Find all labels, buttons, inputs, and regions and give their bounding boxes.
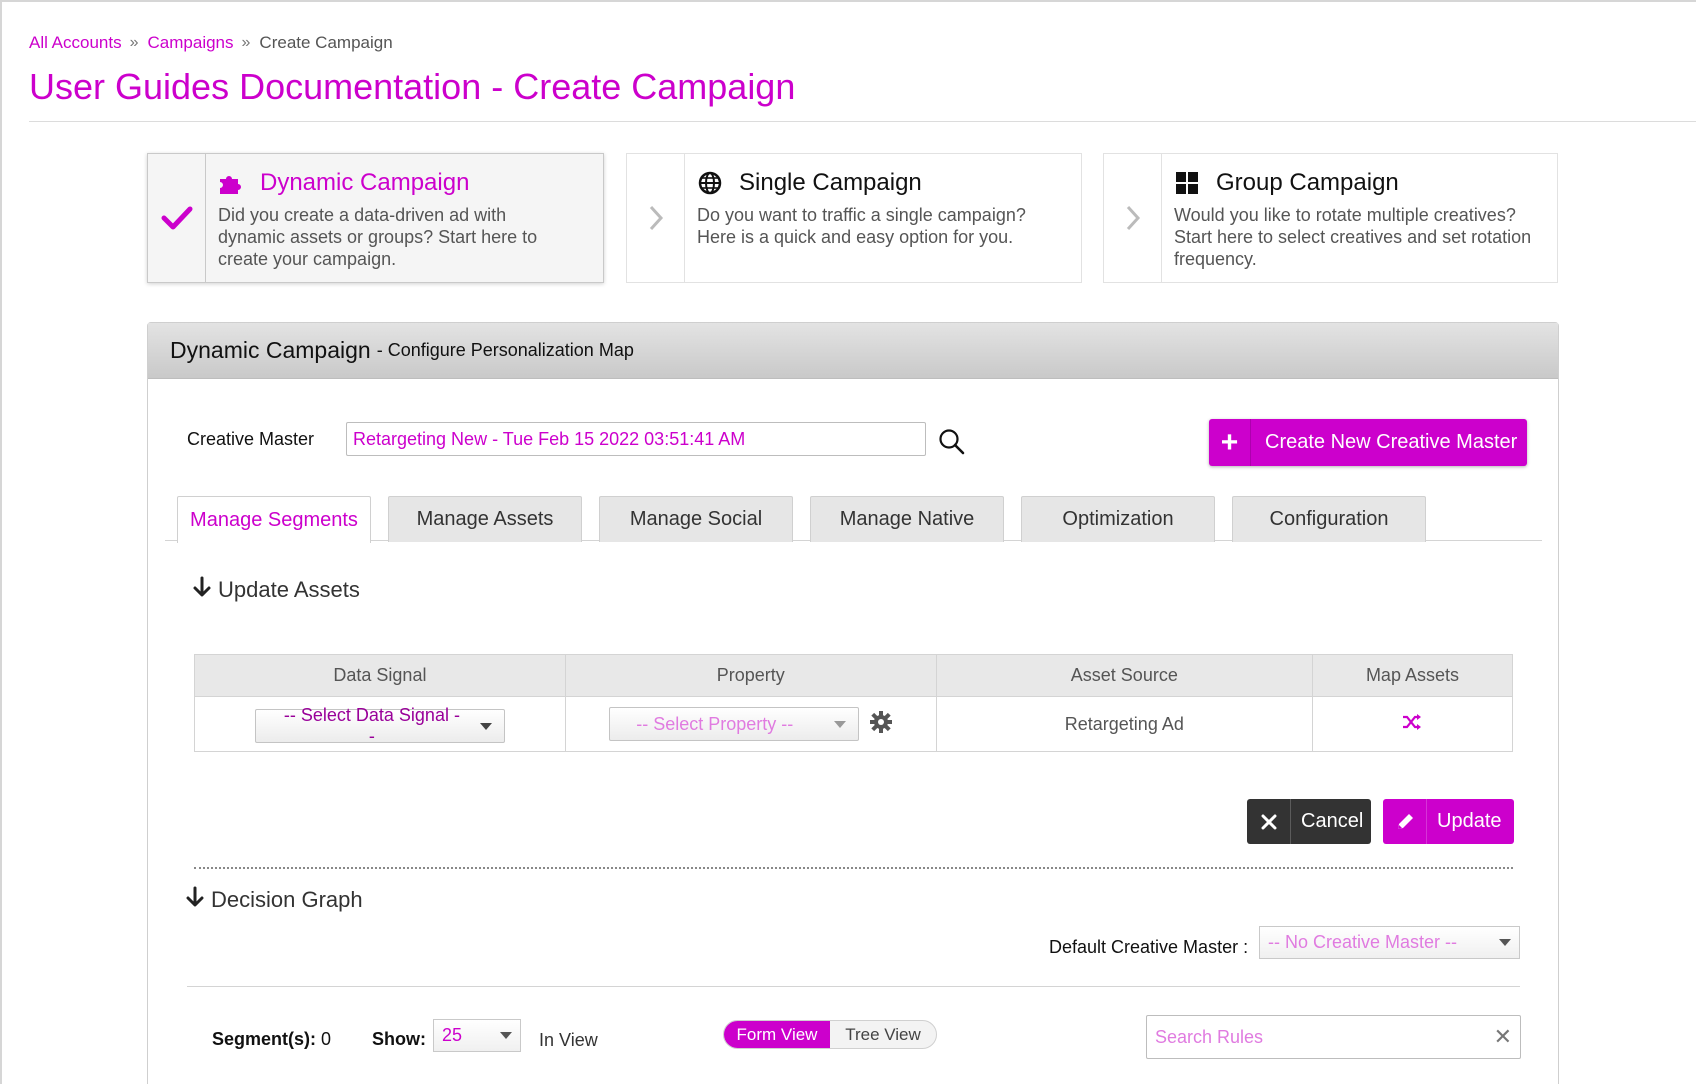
data-signal-select[interactable]: -- Select Data Signal -- — [254, 705, 505, 746]
property-select[interactable]: -- Select Property -- — [609, 707, 860, 741]
card-description: Do you want to traffic a single campaign… — [697, 205, 1026, 247]
page-size-value: 25 — [442, 1025, 463, 1045]
form-view-option[interactable]: Form View — [724, 1021, 830, 1048]
assets-table: Data Signal Property Asset Source Map As… — [194, 654, 1514, 752]
chevron-down-icon — [479, 722, 492, 730]
property-cell: -- Select Property -- — [564, 696, 937, 752]
panel-header: Dynamic Campaign - Configure Personaliza… — [148, 323, 1558, 379]
globe-icon — [697, 170, 723, 196]
search-rules-input[interactable] — [1155, 1026, 1494, 1048]
tab-manage-segments[interactable]: Manage Segments — [177, 496, 371, 543]
data-signal-select-value: -- Select Data Signal -- — [283, 705, 460, 746]
chevron-right-icon — [1104, 154, 1162, 282]
tab-configuration[interactable]: Configuration — [1232, 496, 1426, 542]
column-header: Data Signal — [194, 654, 566, 697]
tab-optimization[interactable]: Optimization — [1021, 496, 1215, 542]
page-size-select[interactable]: 25 — [433, 1019, 521, 1052]
column-header: Property — [564, 654, 937, 697]
tab-manage-native[interactable]: Manage Native — [810, 496, 1004, 542]
segments-label: Segment(s): — [212, 1029, 317, 1049]
decision-graph-divider — [187, 986, 1520, 987]
shuffle-icon[interactable] — [1402, 713, 1422, 734]
campaign-type-single[interactable]: Single Campaign Do you want to traffic a… — [626, 153, 1082, 283]
card-title: Group Campaign — [1216, 169, 1399, 196]
clear-icon[interactable]: ✕ — [1494, 1024, 1512, 1050]
breadcrumb-current: Create Campaign — [259, 33, 393, 52]
arrow-down-icon — [192, 576, 212, 604]
selected-check-icon — [148, 154, 206, 282]
title-divider — [29, 121, 1696, 122]
breadcrumb-all-accounts[interactable]: All Accounts — [29, 33, 122, 53]
table-header-row: Data Signal Property Asset Source Map As… — [194, 654, 1514, 697]
table-row: -- Select Data Signal -- -- Select Prope… — [194, 696, 1514, 752]
create-creative-master-button[interactable]: + Create New Creative Master — [1209, 419, 1527, 466]
map-assets-cell — [1311, 696, 1514, 752]
column-header: Map Assets — [1311, 654, 1514, 697]
segments-value: 0 — [321, 1029, 332, 1049]
card-title: Dynamic Campaign — [260, 169, 470, 196]
in-view-label: In View — [539, 1030, 598, 1050]
view-toggle: Form View Tree View — [723, 1020, 937, 1049]
panel-title: Dynamic Campaign — [170, 337, 371, 363]
gear-icon[interactable] — [870, 711, 893, 738]
update-assets-title: Update Assets — [218, 577, 360, 602]
default-creative-master-select[interactable]: -- No Creative Master -- — [1259, 926, 1520, 959]
grid-icon — [1174, 170, 1200, 196]
tree-view-option[interactable]: Tree View — [830, 1021, 936, 1048]
campaign-type-group[interactable]: Group Campaign Would you like to rotate … — [1103, 153, 1558, 283]
property-select-value: -- Select Property -- — [636, 713, 794, 734]
breadcrumb-separator: » — [129, 34, 139, 51]
creative-master-label: Creative Master — [187, 429, 315, 449]
default-creative-master-label: Default Creative Master : — [1049, 937, 1249, 957]
segments-count: Segment(s): 0 — [212, 1029, 331, 1050]
update-label: Update — [1437, 810, 1502, 832]
decision-graph-toggle[interactable]: Decision Graph — [185, 886, 363, 914]
cancel-label: Cancel — [1301, 810, 1364, 832]
search-icon[interactable] — [937, 427, 967, 457]
chevron-down-icon — [500, 1032, 512, 1039]
plus-icon: + — [1209, 419, 1251, 466]
update-button[interactable]: Update — [1383, 799, 1514, 844]
panel-subtitle: - Configure Personalization Map — [376, 340, 634, 360]
tab-manage-assets[interactable]: Manage Assets — [388, 496, 582, 542]
chevron-down-icon — [1499, 939, 1511, 946]
close-icon — [1247, 799, 1291, 844]
card-title: Single Campaign — [739, 169, 922, 196]
breadcrumb: All Accounts » Campaigns » Create Campai… — [29, 33, 393, 53]
cancel-button[interactable]: Cancel — [1247, 799, 1371, 844]
asset-source-cell: Retargeting Ad — [935, 696, 1313, 752]
create-button-label: Create New Creative Master — [1265, 431, 1518, 453]
card-description: Would you like to rotate multiple creati… — [1174, 205, 1532, 269]
puzzle-icon — [218, 170, 244, 196]
card-description: Did you create a data-driven ad with dyn… — [218, 205, 538, 269]
default-creative-master-value: -- No Creative Master -- — [1268, 932, 1458, 952]
data-signal-cell: -- Select Data Signal -- — [194, 696, 566, 752]
creative-master-input[interactable] — [346, 422, 926, 456]
page-title: User Guides Documentation - Create Campa… — [29, 66, 796, 107]
tab-bar: Manage Segments Manage Assets Manage Soc… — [165, 496, 1542, 543]
show-label: Show: — [372, 1029, 426, 1049]
arrow-down-icon — [185, 886, 205, 914]
tab-manage-social[interactable]: Manage Social — [599, 496, 793, 542]
update-assets-toggle[interactable]: Update Assets — [192, 576, 360, 604]
breadcrumb-campaigns[interactable]: Campaigns — [148, 33, 234, 53]
breadcrumb-separator: » — [241, 34, 251, 51]
search-rules-field: ✕ — [1146, 1015, 1521, 1059]
chevron-right-icon — [627, 154, 685, 282]
campaign-type-dynamic[interactable]: Dynamic Campaign Did you create a data-d… — [147, 153, 604, 283]
configure-panel: Dynamic Campaign - Configure Personaliza… — [147, 322, 1559, 1084]
decision-graph-title: Decision Graph — [211, 887, 363, 912]
section-divider — [194, 867, 1513, 869]
chevron-down-icon — [834, 720, 847, 728]
column-header: Asset Source — [935, 654, 1313, 697]
pencil-icon — [1383, 799, 1427, 844]
